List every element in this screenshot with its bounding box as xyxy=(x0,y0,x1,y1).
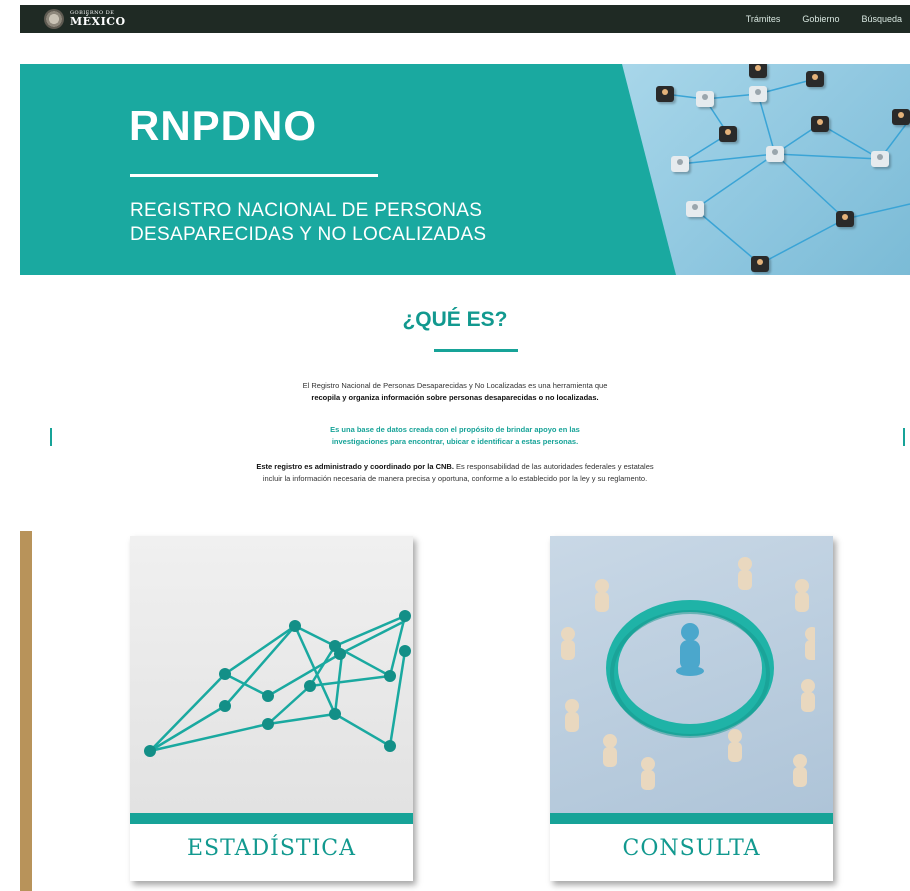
card-estadistica-label[interactable]: ESTADÍSTICA xyxy=(130,836,413,861)
person-node-icon xyxy=(696,91,714,107)
hero-subtitle: REGISTRO NACIONAL DE PERSONAS DESAPARECI… xyxy=(130,199,486,247)
card-consulta-label[interactable]: CONSULTA xyxy=(550,836,833,861)
highlight-line2: investigaciones para encontrar, ubicar e… xyxy=(331,437,579,446)
card-stripe xyxy=(550,813,833,824)
person-node-icon xyxy=(751,256,769,272)
intro-line2: recopila y organiza información sobre pe… xyxy=(311,393,599,402)
nav-tramites[interactable]: Trámites xyxy=(746,14,781,24)
admin-bold-text: Este registro es administrado y coordina… xyxy=(256,462,454,471)
pawns-ring-icon xyxy=(561,557,815,790)
main-nav: Trámites Gobierno Búsqueda xyxy=(724,14,902,24)
admin-line2: incluir la información necesaria de mane… xyxy=(262,474,648,483)
pawns-ring-image xyxy=(550,536,833,813)
nav-gobierno[interactable]: Gobierno xyxy=(802,14,839,24)
string-graph-image xyxy=(130,536,413,813)
nav-busqueda[interactable]: Búsqueda xyxy=(861,14,902,24)
person-node-icon xyxy=(656,86,674,102)
hero-divider xyxy=(130,174,378,177)
card-estadistica[interactable]: ESTADÍSTICA xyxy=(130,536,413,881)
card-stripe xyxy=(130,813,413,824)
section-title: ¿QUÉ ES? xyxy=(402,308,508,331)
person-node-icon xyxy=(766,146,784,162)
person-node-icon xyxy=(671,156,689,172)
admin-rest-text: Es responsabilidad de las autoridades fe… xyxy=(453,462,654,471)
person-node-icon xyxy=(719,126,737,142)
admin-paragraph: Este registro es administrado y coordina… xyxy=(0,461,910,485)
seal-icon xyxy=(44,9,64,29)
highlight-paragraph: Es una base de datos creada con el propó… xyxy=(0,424,910,448)
hero-banner: RNPDNO REGISTRO NACIONAL DE PERSONAS DES… xyxy=(20,64,910,275)
admin-line1: Este registro es administrado y coordina… xyxy=(0,461,910,473)
top-navbar: GOBIERNO DE MÉXICO Trámites Gobierno Bús… xyxy=(20,5,910,33)
hero-title: RNPDNO xyxy=(129,102,318,149)
string-graph-icon xyxy=(144,610,411,757)
hero-subtitle-line1: REGISTRO NACIONAL DE PERSONAS xyxy=(130,200,483,221)
network-photo xyxy=(622,64,910,275)
person-node-icon xyxy=(871,151,889,167)
person-node-icon xyxy=(892,109,910,125)
person-node-icon xyxy=(836,211,854,227)
left-accent-bar xyxy=(20,531,32,891)
person-node-icon xyxy=(686,201,704,217)
hero-subtitle-line2: DESAPARECIDAS Y NO LOCALIZADAS xyxy=(130,224,487,245)
intro-paragraph: El Registro Nacional de Personas Desapar… xyxy=(0,380,910,404)
person-node-icon xyxy=(811,116,829,132)
highlight-line1: Es una base de datos creada con el propó… xyxy=(330,425,580,434)
person-node-icon xyxy=(749,64,767,78)
card-consulta[interactable]: CONSULTA xyxy=(550,536,833,881)
gobierno-mexico-logo[interactable]: GOBIERNO DE MÉXICO xyxy=(44,9,126,29)
person-node-icon xyxy=(806,71,824,87)
section-divider xyxy=(434,349,518,352)
person-node-icon xyxy=(749,86,767,102)
logo-main-text: MÉXICO xyxy=(70,15,126,28)
intro-line1: El Registro Nacional de Personas Desapar… xyxy=(302,381,608,390)
